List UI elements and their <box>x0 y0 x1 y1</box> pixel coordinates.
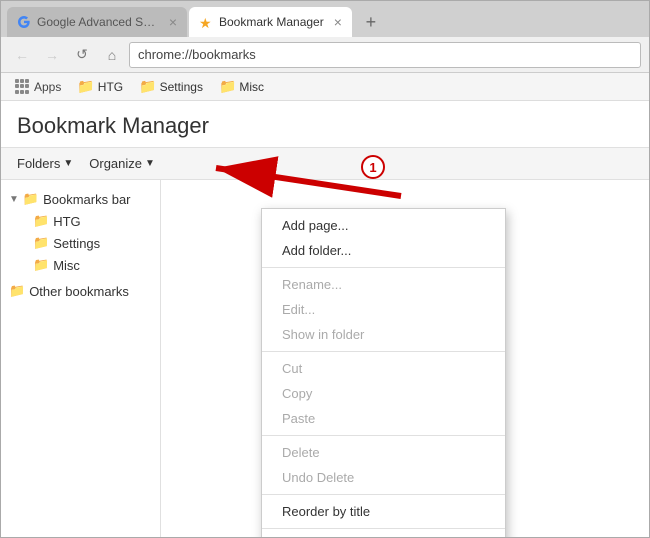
bookmarks-bar-htg[interactable]: 📁 HTG <box>71 76 129 97</box>
sidebar-misc-label: Misc <box>53 258 80 273</box>
menu-rename: Rename... <box>262 272 505 297</box>
tab-google[interactable]: Google Advanced Search × <box>7 7 187 37</box>
organize-chevron-icon: ▼ <box>145 158 155 169</box>
sidebar-settings[interactable]: 📁 Settings <box>13 232 160 254</box>
menu-separator-2 <box>262 351 505 352</box>
menu-add-folder[interactable]: Add folder... <box>262 238 505 263</box>
bookmarks-bar-misc[interactable]: 📁 Misc <box>213 76 270 97</box>
apps-grid-icon <box>15 79 31 95</box>
back-button[interactable]: ← <box>9 42 35 68</box>
bm-toolbar: Folders ▼ Organize ▼ <box>1 148 649 180</box>
tab-google-close[interactable]: × <box>169 14 177 30</box>
menu-show-in-folder: Show in folder <box>262 322 505 347</box>
menu-paste: Paste <box>262 406 505 431</box>
sidebar-other-bookmarks[interactable]: 📁 Other bookmarks <box>1 280 160 302</box>
apps-label: Apps <box>34 80 61 94</box>
bookmarks-bar-misc-label: Misc <box>239 80 264 94</box>
folder-icon-htg: 📁 <box>77 78 94 95</box>
folders-chevron-icon: ▼ <box>63 158 73 169</box>
page-title: Bookmark Manager <box>1 101 649 148</box>
home-button[interactable]: ⌂ <box>99 42 125 68</box>
tab-bookmarks[interactable]: ★ Bookmark Manager × <box>189 7 352 37</box>
menu-undo-delete: Undo Delete <box>262 465 505 490</box>
folder-icon-htg-sidebar: 📁 <box>33 213 49 229</box>
folder-icon-settings-sidebar: 📁 <box>33 235 49 251</box>
apps-button[interactable]: Apps <box>9 77 67 97</box>
folder-icon-misc: 📁 <box>219 78 236 95</box>
organize-menu: Add page... Add folder... Rename... Edit… <box>261 208 506 537</box>
tab-bar: Google Advanced Search × ★ Bookmark Mana… <box>1 1 649 37</box>
menu-separator-4 <box>262 494 505 495</box>
folders-dropdown-button[interactable]: Folders ▼ <box>9 152 81 175</box>
reload-button[interactable]: ↺ <box>69 42 95 68</box>
tab-bookmarks-close[interactable]: × <box>334 14 342 30</box>
main-content: Bookmark Manager Folders ▼ Organize ▼ ▼ … <box>1 101 649 537</box>
tab-bookmarks-label: Bookmark Manager <box>219 15 324 29</box>
folders-label: Folders <box>17 156 60 171</box>
sidebar-htg-label: HTG <box>53 214 80 229</box>
browser-toolbar: ← → ↺ ⌂ chrome://bookmarks <box>1 37 649 73</box>
menu-separator-1 <box>262 267 505 268</box>
google-icon <box>17 15 31 29</box>
annotation-badge-1: 1 <box>361 155 385 179</box>
bookmarks-bar-settings[interactable]: 📁 Settings <box>133 76 209 97</box>
bookmarks-bar-settings-label: Settings <box>160 80 203 94</box>
sidebar-bookmarks-bar-children: 📁 HTG 📁 Settings 📁 Misc <box>1 210 160 276</box>
menu-import-bookmarks[interactable]: Import bookmarks from HTML file... <box>262 533 505 537</box>
content-area: ▼ 📁 Bookmarks bar 📁 HTG 📁 Settings 📁 <box>1 180 649 537</box>
menu-delete: Delete <box>262 440 505 465</box>
browser-frame: Google Advanced Search × ★ Bookmark Mana… <box>0 0 650 538</box>
menu-reorder-by-title[interactable]: Reorder by title <box>262 499 505 524</box>
bookmarks-bar: Apps 📁 HTG 📁 Settings 📁 Misc <box>1 73 649 101</box>
new-tab-button[interactable]: + <box>358 9 384 35</box>
star-icon: ★ <box>199 15 213 29</box>
expand-icon: ▼ <box>9 194 19 205</box>
menu-edit: Edit... <box>262 297 505 322</box>
sidebar-misc[interactable]: 📁 Misc <box>13 254 160 276</box>
folder-icon-bookmarks-bar: 📁 <box>23 191 39 207</box>
main-panel: Add page... Add folder... Rename... Edit… <box>161 180 649 537</box>
sidebar-bookmarks-bar[interactable]: ▼ 📁 Bookmarks bar <box>1 188 160 210</box>
forward-button[interactable]: → <box>39 42 65 68</box>
sidebar-bookmarks-bar-label: Bookmarks bar <box>43 192 130 207</box>
sidebar: ▼ 📁 Bookmarks bar 📁 HTG 📁 Settings 📁 <box>1 180 161 537</box>
folder-icon-settings: 📁 <box>139 78 156 95</box>
menu-separator-5 <box>262 528 505 529</box>
address-bar[interactable]: chrome://bookmarks <box>129 42 641 68</box>
sidebar-settings-label: Settings <box>53 236 100 251</box>
folder-icon-misc-sidebar: 📁 <box>33 257 49 273</box>
sidebar-other-label: Other bookmarks <box>29 284 129 299</box>
organize-label: Organize <box>89 156 142 171</box>
menu-cut: Cut <box>262 356 505 381</box>
menu-add-page[interactable]: Add page... <box>262 213 505 238</box>
bookmarks-bar-htg-label: HTG <box>98 80 123 94</box>
tab-google-label: Google Advanced Search <box>37 15 159 29</box>
menu-copy: Copy <box>262 381 505 406</box>
sidebar-htg[interactable]: 📁 HTG <box>13 210 160 232</box>
organize-dropdown-button[interactable]: Organize ▼ <box>81 152 163 175</box>
folder-icon-other: 📁 <box>9 283 25 299</box>
menu-separator-3 <box>262 435 505 436</box>
